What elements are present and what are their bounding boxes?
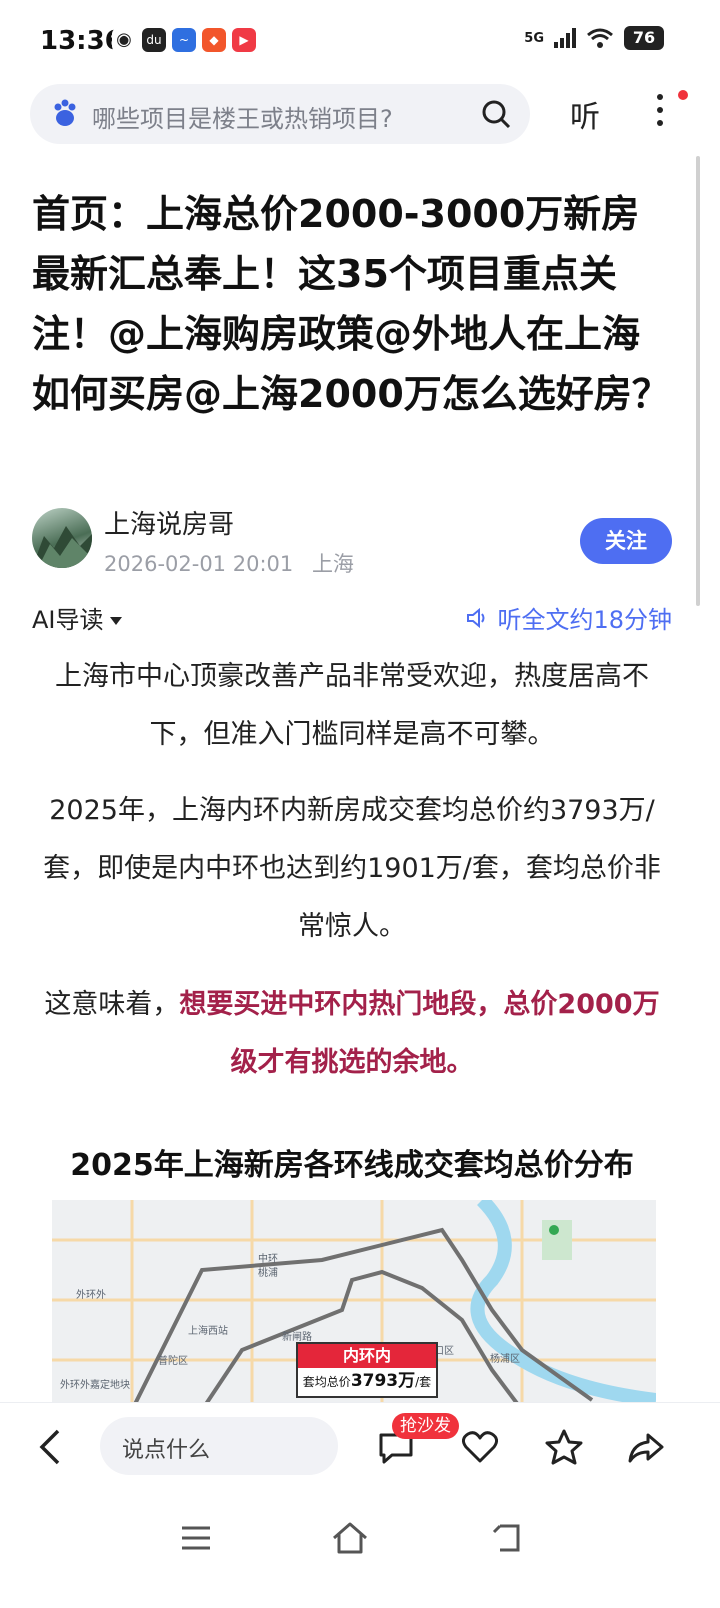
map-label: 外环外嘉定地块: [60, 1380, 130, 1391]
system-navigation-bar: [0, 1492, 720, 1608]
scrollbar[interactable]: [696, 156, 700, 606]
callout-prefix: 套均总价: [302, 1375, 351, 1389]
notification-icons: ◉ du ~ ◆ ▶: [112, 28, 256, 52]
more-options-icon[interactable]: [646, 94, 674, 134]
speaker-icon: [467, 607, 485, 628]
ai-guide-label: AI导读: [32, 606, 104, 634]
paragraph: 这意味着，想要买进中环内热门地段，总价2000万级才有挑选的余地。: [32, 976, 672, 1092]
figure-title: 2025年上海新房各环线成交套均总价分布: [70, 1148, 634, 1183]
video-app-icon: ▶: [232, 28, 256, 52]
sofa-badge: 抢沙发: [392, 1413, 459, 1439]
app-notification-icon: du: [142, 28, 166, 52]
author-avatar[interactable]: [32, 508, 92, 568]
battery-indicator: 76: [624, 26, 664, 50]
paragraph-text: 这意味着，: [44, 989, 180, 1020]
bottom-action-bar: 说点什么 抢沙发: [0, 1402, 720, 1493]
caret-down-icon: [109, 617, 122, 625]
network-indicator: 5G: [524, 30, 544, 46]
search-placeholder: 哪些项目是楼王或热销项目?: [92, 105, 393, 133]
status-bar: 13:36 ◉ du ~ ◆ ▶ 5G 76: [0, 0, 720, 80]
notification-dot: [678, 90, 688, 100]
home-icon[interactable]: [330, 1518, 370, 1558]
paragraph: 2025年，上海内环内新房成交套均总价约3793万/套，即使是内中环也达到约19…: [43, 795, 661, 942]
callout-suffix: /套: [415, 1375, 432, 1389]
article-title: 首页：上海总价2000-3000万新房最新汇总奉上！这35个项目重点关注！@上海…: [32, 192, 670, 416]
map-callout: 内环内 套均总价3793万/套: [296, 1342, 438, 1398]
paragraph: 上海市中心顶豪改善产品非常受欢迎，热度居高不下，但准入门槛同样是高不可攀。: [55, 661, 649, 750]
map-label: 上海西站: [188, 1326, 228, 1337]
comment-input[interactable]: 说点什么: [100, 1417, 338, 1475]
comment-placeholder: 说点什么: [122, 1438, 211, 1463]
map-label: 普陀区: [158, 1356, 188, 1367]
app-notification-icon: ~: [172, 28, 196, 52]
app-notification-icon: ◆: [202, 28, 226, 52]
callout-value: 3793万: [350, 1371, 416, 1391]
favorite-star-icon[interactable]: [544, 1427, 584, 1467]
publish-date: 2026-02-01 20:01: [104, 552, 294, 576]
publish-location: 上海: [311, 552, 354, 576]
highlighted-text: 想要买进中环内热门地段，总价2000万级才有挑选的余地。: [179, 989, 660, 1078]
listen-full-label: 听全文约18分钟: [497, 606, 672, 634]
search-icon[interactable]: [480, 98, 512, 130]
author-name[interactable]: 上海说房哥: [104, 504, 234, 541]
map-label: 外环外: [76, 1290, 106, 1301]
callout-body: 套均总价3793万/套: [298, 1368, 436, 1395]
weibo-icon: ◉: [112, 28, 136, 52]
share-icon[interactable]: [626, 1427, 666, 1467]
back-arrow-icon[interactable]: [34, 1427, 68, 1467]
menu-icon[interactable]: [176, 1518, 216, 1558]
map-label: 桃浦: [258, 1268, 278, 1279]
map-label: 中环: [258, 1254, 278, 1265]
ai-guide-toggle[interactable]: AI导读: [32, 600, 122, 635]
search-bar[interactable]: 哪些项目是楼王或热销项目?: [30, 84, 530, 144]
follow-button[interactable]: 关注: [580, 518, 672, 564]
article-meta: 2026-02-01 20:01 上海: [104, 548, 354, 578]
back-nav-icon[interactable]: [488, 1518, 528, 1558]
map-label: 杨浦区: [490, 1354, 520, 1365]
baidu-paw-icon: [54, 99, 76, 126]
wifi-icon: [587, 28, 613, 48]
status-time: 13:36: [40, 26, 123, 56]
callout-title: 内环内: [298, 1344, 436, 1368]
listen-button[interactable]: 听: [570, 92, 600, 136]
listen-full-button[interactable]: 听全文约18分钟: [465, 600, 672, 635]
like-heart-icon[interactable]: [460, 1427, 500, 1467]
map-label: 新闸路: [282, 1332, 312, 1343]
system-indicators: 5G 76: [524, 26, 664, 50]
signal-icon: [554, 28, 576, 48]
